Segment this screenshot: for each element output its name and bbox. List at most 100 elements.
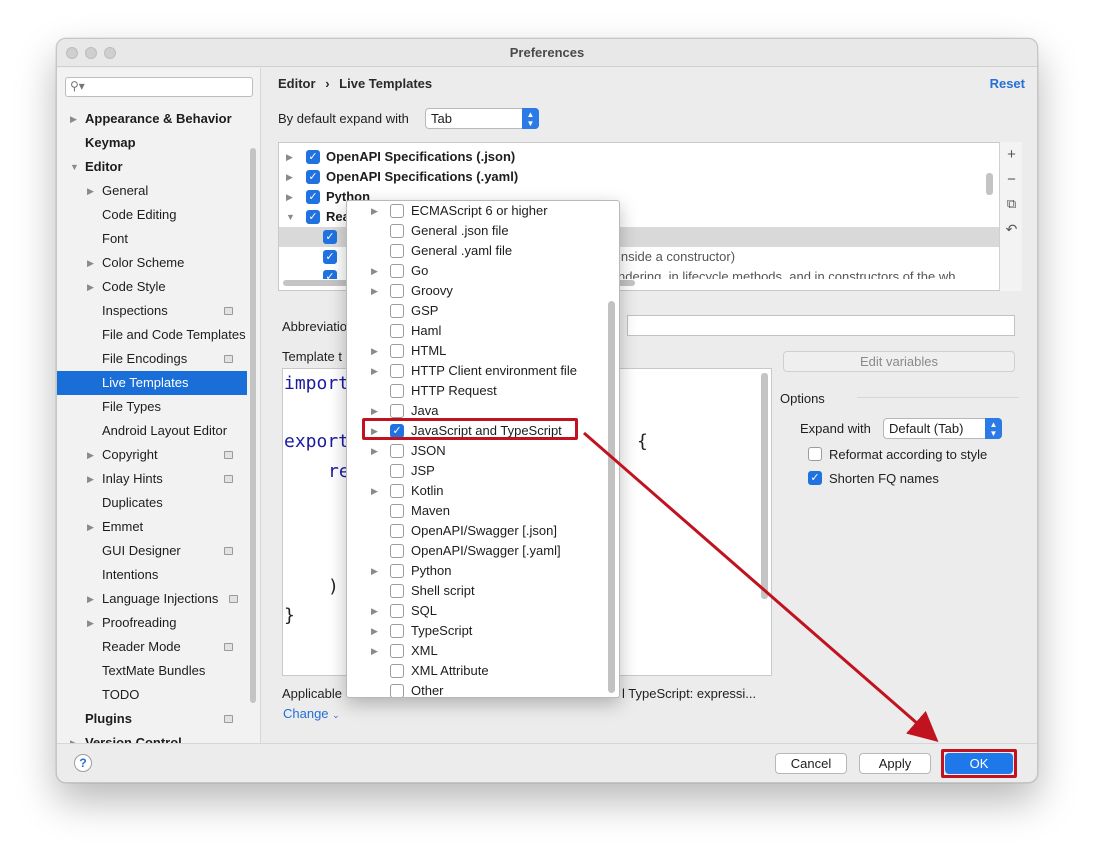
context-item-other[interactable]: Other bbox=[347, 681, 619, 697]
context-item-json[interactable]: ▶ JSON bbox=[347, 441, 619, 461]
sidebar-item-reader-mode[interactable]: Reader Mode bbox=[57, 635, 247, 659]
sidebar-item-version-control[interactable]: ▶ Version Control bbox=[57, 731, 247, 743]
context-checkbox[interactable] bbox=[390, 524, 404, 538]
expand-arrow-icon[interactable]: ▶ bbox=[371, 601, 378, 621]
expand-arrow-icon[interactable]: ▶ bbox=[87, 275, 94, 299]
apply-button[interactable]: Apply bbox=[859, 753, 931, 774]
context-item-kotlin[interactable]: ▶ Kotlin bbox=[347, 481, 619, 501]
checkbox-checked[interactable]: ✓ bbox=[306, 210, 320, 224]
reset-link[interactable]: Reset bbox=[990, 76, 1025, 91]
templates-vscroll[interactable] bbox=[986, 173, 993, 195]
breadcrumb-parent[interactable]: Editor bbox=[278, 76, 316, 91]
sidebar-item-plugins[interactable]: Plugins bbox=[57, 707, 247, 731]
context-checkbox[interactable] bbox=[390, 264, 404, 278]
sidebar-scrollbar[interactable] bbox=[250, 148, 256, 703]
sidebar-item-live-templates[interactable]: Live Templates bbox=[57, 371, 247, 395]
context-checkbox[interactable] bbox=[390, 344, 404, 358]
settings-search-input[interactable]: ⚲▾ bbox=[65, 77, 253, 97]
template-group-row[interactable]: ▶ ✓ OpenAPI Specifications (.json) bbox=[279, 147, 1021, 167]
expand-arrow-icon[interactable]: ▶ bbox=[371, 641, 378, 661]
sidebar-item-gui-designer[interactable]: GUI Designer bbox=[57, 539, 247, 563]
context-item-shell-script[interactable]: Shell script bbox=[347, 581, 619, 601]
popup-scrollbar[interactable] bbox=[608, 301, 615, 693]
expand-arrow-icon[interactable]: ▶ bbox=[87, 443, 94, 467]
sidebar-item-code-style[interactable]: ▶ Code Style bbox=[57, 275, 247, 299]
sidebar-item-font[interactable]: Font bbox=[57, 227, 247, 251]
expand-arrow-icon[interactable]: ▶ bbox=[371, 201, 378, 221]
context-checkbox[interactable] bbox=[390, 484, 404, 498]
expand-arrow-icon[interactable]: ▶ bbox=[286, 167, 293, 187]
sidebar-item-inlay-hints[interactable]: ▶ Inlay Hints bbox=[57, 467, 247, 491]
context-item-general-yaml[interactable]: General .yaml file bbox=[347, 241, 619, 261]
context-checkbox[interactable] bbox=[390, 444, 404, 458]
context-item-go[interactable]: ▶ Go bbox=[347, 261, 619, 281]
sidebar-item-intentions[interactable]: Intentions bbox=[57, 563, 247, 587]
checkbox-checked[interactable]: ✓ bbox=[306, 150, 320, 164]
context-item-xml[interactable]: ▶ XML bbox=[347, 641, 619, 661]
zoom-window-icon[interactable] bbox=[104, 47, 116, 59]
context-item-http-client-env[interactable]: ▶ HTTP Client environment file bbox=[347, 361, 619, 381]
context-item-haml[interactable]: Haml bbox=[347, 321, 619, 341]
expand-arrow-icon[interactable]: ▶ bbox=[87, 587, 94, 611]
sidebar-item-copyright[interactable]: ▶ Copyright bbox=[57, 443, 247, 467]
sidebar-item-appearance-behavior[interactable]: ▶ Appearance & Behavior bbox=[57, 107, 247, 131]
expand-arrow-icon[interactable]: ▶ bbox=[371, 361, 378, 381]
edit-variables-button[interactable]: Edit variables bbox=[783, 351, 1015, 372]
expand-arrow-icon[interactable]: ▶ bbox=[70, 107, 77, 131]
context-checkbox[interactable] bbox=[390, 384, 404, 398]
context-item-general-json[interactable]: General .json file bbox=[347, 221, 619, 241]
context-item-http-request[interactable]: HTTP Request bbox=[347, 381, 619, 401]
expand-arrow-icon[interactable]: ▶ bbox=[87, 611, 94, 635]
expand-with-select[interactable]: Default (Tab) ▲ ▼ bbox=[883, 418, 1002, 439]
checkbox-checked[interactable]: ✓ bbox=[323, 270, 337, 279]
context-checkbox[interactable] bbox=[390, 204, 404, 218]
expand-arrow-icon[interactable]: ▶ bbox=[286, 147, 293, 167]
expand-arrow-icon[interactable]: ▶ bbox=[371, 281, 378, 301]
context-checkbox[interactable] bbox=[390, 604, 404, 618]
context-checkbox[interactable] bbox=[390, 224, 404, 238]
checkbox-checked[interactable]: ✓ bbox=[323, 250, 337, 264]
expand-arrow-icon[interactable]: ▶ bbox=[70, 731, 77, 743]
context-item-openapi-yaml[interactable]: OpenAPI/Swagger [.yaml] bbox=[347, 541, 619, 561]
context-item-xml-attribute[interactable]: XML Attribute bbox=[347, 661, 619, 681]
expand-arrow-icon[interactable]: ▶ bbox=[87, 251, 94, 275]
default-expand-select[interactable]: Tab ▲ ▼ bbox=[425, 108, 539, 129]
context-checkbox[interactable] bbox=[390, 624, 404, 638]
context-checkbox[interactable] bbox=[390, 304, 404, 318]
context-item-html[interactable]: ▶ HTML bbox=[347, 341, 619, 361]
context-checkbox[interactable] bbox=[390, 284, 404, 298]
sidebar-item-editor[interactable]: ▼ Editor bbox=[57, 155, 247, 179]
checkbox-checked[interactable]: ✓ bbox=[323, 230, 337, 244]
sidebar-item-general[interactable]: ▶ General bbox=[57, 179, 247, 203]
context-checkbox[interactable] bbox=[390, 404, 404, 418]
help-button[interactable]: ? bbox=[74, 754, 92, 772]
context-checkbox[interactable] bbox=[390, 324, 404, 338]
expand-arrow-icon[interactable]: ▶ bbox=[371, 261, 378, 281]
context-item-typescript[interactable]: ▶ TypeScript bbox=[347, 621, 619, 641]
close-window-icon[interactable] bbox=[66, 47, 78, 59]
remove-icon[interactable]: − bbox=[1000, 171, 1023, 188]
collapse-arrow-icon[interactable]: ▼ bbox=[286, 207, 295, 227]
expand-arrow-icon[interactable]: ▶ bbox=[87, 467, 94, 491]
sidebar-item-android-layout-editor[interactable]: Android Layout Editor bbox=[57, 419, 247, 443]
editor-scrollbar[interactable] bbox=[761, 373, 768, 599]
context-checkbox[interactable] bbox=[390, 564, 404, 578]
context-item-ecmascript[interactable]: ▶ ECMAScript 6 or higher bbox=[347, 201, 619, 221]
context-item-python[interactable]: ▶ Python bbox=[347, 561, 619, 581]
context-checkbox[interactable] bbox=[390, 584, 404, 598]
expand-arrow-icon[interactable]: ▶ bbox=[371, 441, 378, 461]
change-context-link[interactable]: Change ⌄ bbox=[283, 706, 340, 721]
sidebar-item-inspections[interactable]: Inspections bbox=[57, 299, 247, 323]
context-item-gsp[interactable]: GSP bbox=[347, 301, 619, 321]
sidebar-item-proofreading[interactable]: ▶ Proofreading bbox=[57, 611, 247, 635]
context-popup[interactable]: ▶ ECMAScript 6 or higher General .json f… bbox=[346, 200, 620, 698]
restore-icon[interactable]: ↶ bbox=[1000, 221, 1023, 238]
expand-arrow-icon[interactable]: ▶ bbox=[87, 179, 94, 203]
minimize-window-icon[interactable] bbox=[85, 47, 97, 59]
sidebar-item-file-code-templates[interactable]: File and Code Templates bbox=[57, 323, 247, 347]
sidebar-item-emmet[interactable]: ▶ Emmet bbox=[57, 515, 247, 539]
expand-arrow-icon[interactable]: ▶ bbox=[286, 187, 293, 207]
template-group-row[interactable]: ▶ ✓ OpenAPI Specifications (.yaml) bbox=[279, 167, 1021, 187]
add-icon[interactable]: + bbox=[1000, 146, 1023, 163]
collapse-arrow-icon[interactable]: ▼ bbox=[70, 155, 79, 179]
